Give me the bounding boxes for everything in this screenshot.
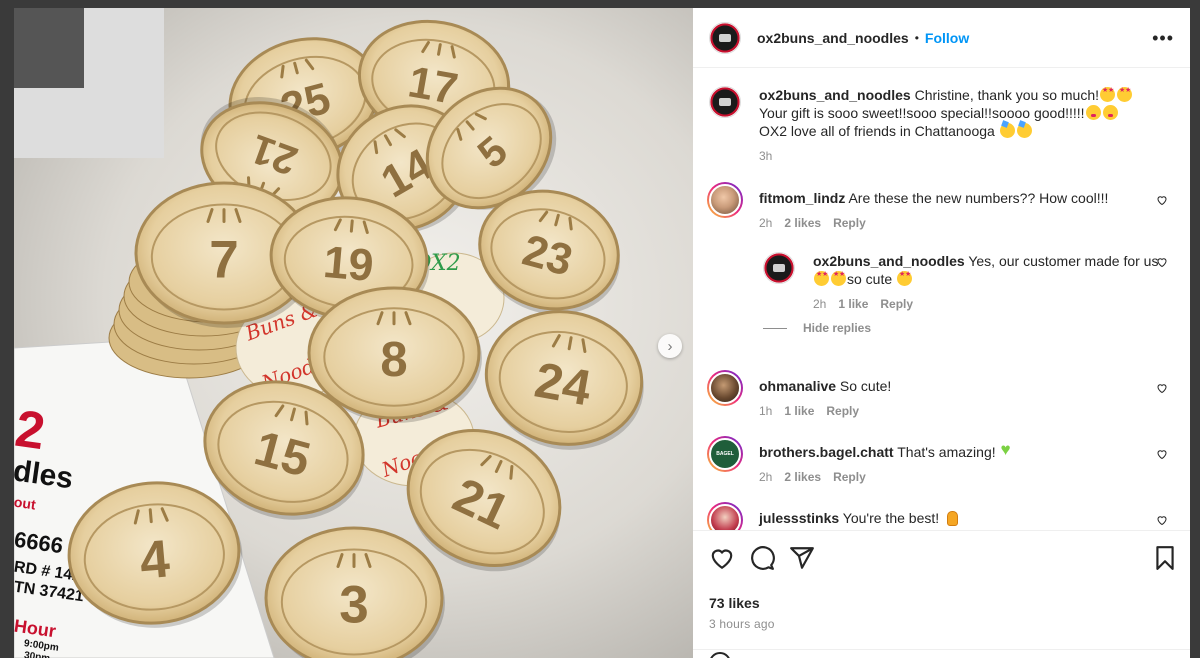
add-comment-bar[interactable]	[693, 649, 1190, 658]
next-photo-button[interactable]: ›	[658, 334, 682, 358]
reply-button[interactable]: Reply	[833, 468, 866, 486]
like-reply-heart-icon[interactable]	[1156, 256, 1168, 268]
reply-likes[interactable]: 1 like	[838, 295, 868, 313]
like-comment-heart-icon[interactable]	[1156, 514, 1168, 526]
more-options-icon[interactable]: •••	[1152, 28, 1174, 49]
reply-time: 2h	[813, 297, 827, 311]
party-emoji	[999, 123, 1015, 138]
hide-replies-button[interactable]: Hide replies	[763, 321, 871, 335]
comment-item: fitmom_lindz Are these the new numbers??…	[707, 182, 1174, 232]
share-paper-plane-icon[interactable]	[789, 545, 815, 571]
reply-item: ox2buns_and_noodles Yes, our customer ma…	[763, 252, 1174, 313]
comment-text: That's amazing!	[897, 444, 996, 460]
comment-text: You're the best!	[842, 510, 940, 526]
hide-replies-line	[763, 327, 787, 329]
caption-time: 3h	[759, 149, 773, 163]
token-pleat	[437, 43, 442, 56]
comment-time: 1h	[759, 404, 773, 418]
caption-avatar[interactable]	[709, 86, 741, 118]
star-struck-emoji	[814, 271, 829, 286]
emoji-smiley-icon[interactable]	[709, 652, 731, 658]
reply-username[interactable]: ox2buns_and_noodles	[813, 253, 965, 269]
comment-time: 2h	[759, 216, 773, 230]
like-comment-heart-icon[interactable]	[1156, 448, 1168, 460]
post-header: ox2buns_and_noodles • Follow •••	[693, 8, 1190, 68]
reply-avatar[interactable]	[763, 252, 795, 284]
hand-emoji	[944, 510, 959, 526]
post-panel: ox2buns_and_noodles • Follow ••• ox2buns…	[693, 8, 1190, 658]
svg-text:out: out	[14, 494, 37, 513]
star-struck-emoji	[897, 271, 913, 286]
token-number: 24	[531, 352, 596, 417]
star-struck-emoji	[1100, 87, 1116, 102]
backdrop-top	[0, 0, 1200, 8]
commenter-avatar[interactable]	[707, 182, 743, 218]
caption-text-line1: Christine, thank you so much!	[914, 87, 1100, 103]
comment-item: ohmanalive So cute! 1h 1 like Reply	[707, 370, 1174, 420]
token-number: 3	[339, 576, 368, 635]
backdrop-right	[1190, 0, 1200, 658]
like-comment-heart-icon[interactable]	[1156, 194, 1168, 206]
post-time: 3 hours ago	[709, 617, 775, 631]
star-struck-emoji	[1117, 87, 1133, 102]
post-actions: 73 likes 3 hours ago	[693, 530, 1190, 658]
author-avatar[interactable]	[709, 21, 741, 54]
commenter-avatar[interactable]: BAGEL	[707, 436, 743, 472]
token-pleat	[567, 336, 573, 351]
likes-count[interactable]: 73 likes	[709, 595, 760, 611]
comment-time: 2h	[759, 470, 773, 484]
reply-text: Yes, our customer made for us	[968, 253, 1159, 269]
comment-username[interactable]: brothers.bagel.chatt	[759, 444, 894, 460]
comment-text: So cute!	[839, 378, 892, 394]
star-struck-emoji	[831, 271, 846, 286]
commenter-avatar[interactable]	[707, 502, 743, 530]
post-photo[interactable]: 2 dles out 6666 RD # 142 TN 37421 Hour 9…	[14, 8, 693, 658]
party-emoji	[1016, 123, 1032, 138]
comment-text: Are these the new numbers?? How cool!!!	[848, 190, 1109, 206]
kiss-emoji	[1102, 105, 1118, 120]
backdrop-left	[0, 0, 14, 658]
comments-list[interactable]: ox2buns_and_noodles Christine, thank you…	[693, 68, 1190, 530]
comment-username[interactable]: julessstinks	[759, 510, 839, 526]
reply-button[interactable]: Reply	[826, 402, 859, 420]
caption-text-line2: Your gift is sooo sweet!!sooo special!!s…	[759, 105, 1085, 121]
follow-button[interactable]: Follow	[925, 30, 969, 46]
token-pleat	[349, 219, 354, 233]
device	[14, 8, 84, 88]
comment-item: BAGEL brothers.bagel.chatt That's amazin…	[707, 436, 1174, 486]
token-number: 7	[209, 231, 238, 290]
wooden-token: 3	[264, 526, 445, 658]
caption-username[interactable]: ox2buns_and_noodles	[759, 87, 911, 103]
author-username[interactable]: ox2buns_and_noodles	[757, 30, 909, 46]
separator-dot: •	[914, 30, 919, 45]
hide-replies-label: Hide replies	[803, 321, 872, 335]
token-number: 19	[321, 236, 375, 291]
photo-illustration: 2 dles out 6666 RD # 142 TN 37421 Hour 9…	[14, 8, 644, 658]
token-number: 8	[380, 333, 407, 387]
comment-likes[interactable]: 2 likes	[784, 214, 821, 232]
save-bookmark-icon[interactable]	[1152, 545, 1178, 571]
chevron-right-icon: ›	[667, 337, 673, 355]
comment-username[interactable]: ohmanalive	[759, 378, 836, 394]
comment-likes[interactable]: 1 like	[784, 402, 814, 420]
kiss-emoji	[1085, 105, 1101, 120]
caption-text-line3: OX2 love all of friends in Chattanooga	[759, 123, 995, 139]
reply-text-2: so cute	[847, 271, 893, 287]
commenter-avatar[interactable]	[707, 370, 743, 406]
comment-item: julessstinks You're the best!	[707, 502, 1174, 530]
comment-username[interactable]: fitmom_lindz	[759, 190, 845, 206]
comment-likes[interactable]: 2 likes	[784, 468, 821, 486]
comment-bubble-icon[interactable]	[749, 545, 775, 571]
green-heart-emoji	[1001, 441, 1016, 459]
token-pleat	[148, 508, 153, 524]
reply-button[interactable]: Reply	[880, 295, 913, 313]
like-comment-heart-icon[interactable]	[1156, 382, 1168, 394]
reply-button[interactable]: Reply	[833, 214, 866, 232]
like-heart-icon[interactable]	[709, 545, 735, 571]
caption: ox2buns_and_noodles Christine, thank you…	[709, 86, 1174, 165]
token-number: 4	[137, 529, 172, 590]
